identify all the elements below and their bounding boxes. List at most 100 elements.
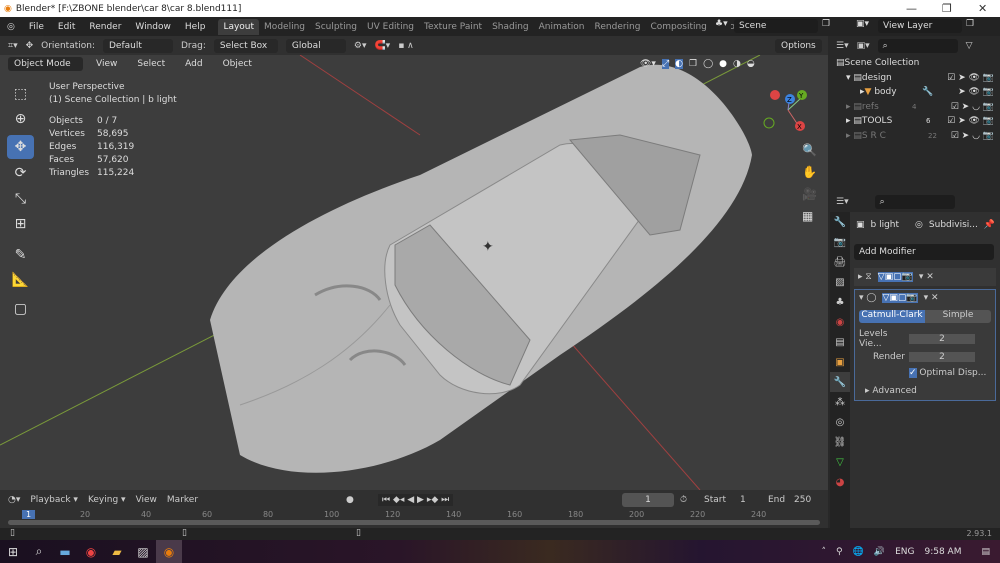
output-tab-icon[interactable]: 🖨	[830, 252, 850, 272]
levels-viewport-field[interactable]: 2	[909, 334, 975, 344]
tab-rendering[interactable]: Rendering	[590, 19, 646, 35]
world-tab-icon[interactable]: ◉	[830, 312, 850, 332]
collection-tab-icon[interactable]: ▤	[830, 332, 850, 352]
globe-icon[interactable]: 🌐	[853, 547, 864, 557]
viewport-menu-add[interactable]: Add	[178, 59, 209, 69]
move-tool[interactable]: ✥	[7, 135, 34, 159]
tab-shading[interactable]: Shading	[487, 19, 534, 35]
view-layer-icon[interactable]: ▣▾	[856, 19, 869, 29]
wireframe-shading-icon[interactable]: ◯	[703, 59, 713, 69]
outliner-item-body[interactable]: ▸ ▼ body 🔧 ➤ 👁 📷	[830, 85, 1000, 100]
start-frame-field[interactable]: 1	[740, 495, 746, 505]
material-tab-icon[interactable]: ◕	[830, 472, 850, 492]
cursor-tool[interactable]: ⊕	[7, 107, 34, 131]
view-layer-field[interactable]: View Layer	[878, 19, 962, 33]
notifications-icon[interactable]: ▤	[981, 547, 990, 557]
simple-button[interactable]: Simple	[925, 310, 991, 323]
render-levels-field[interactable]: 2	[909, 352, 975, 362]
start-windows-icon[interactable]: ⊞	[0, 540, 26, 563]
outliner-search[interactable]: ⌕	[877, 39, 958, 53]
outliner-item-tools[interactable]: ▸ ▤ TOOLS 6 ☑ ➤ 👁 📷	[830, 114, 1000, 129]
tab-layout[interactable]: Layout	[218, 18, 260, 35]
overlay-toggle-icon[interactable]: ◐	[675, 59, 684, 69]
view-layer-tab-icon[interactable]: ▨	[830, 272, 850, 292]
material-shading-icon[interactable]: ◑	[733, 59, 741, 69]
tab-texture-paint[interactable]: Texture Paint	[419, 19, 487, 35]
end-frame-field[interactable]: 250	[794, 495, 811, 505]
data-tab-icon[interactable]: ▽	[830, 452, 850, 472]
minimize-button[interactable]: —	[906, 2, 917, 15]
viewport-menu-object[interactable]: Object	[216, 59, 259, 69]
playback-menu[interactable]: Playback ▾	[30, 495, 78, 505]
tray-chevron-icon[interactable]: ˄	[822, 547, 827, 557]
volume-icon[interactable]: 🔊	[874, 547, 885, 557]
rendered-shading-icon[interactable]: ◒	[747, 59, 755, 69]
filter-icon[interactable]: ▽	[966, 41, 973, 51]
scale-tool[interactable]: ⤡	[7, 187, 34, 211]
outliner-item-design[interactable]: ▾ ▤ design ☑ ➤ 👁 📷	[830, 71, 1000, 86]
solid-shading-icon[interactable]: ●	[719, 59, 727, 69]
object-mode-dropdown[interactable]: Object Mode	[8, 57, 83, 71]
xray-icon[interactable]: ❐	[689, 59, 697, 69]
tab-uv-editing[interactable]: UV Editing	[362, 19, 419, 35]
select-box-tool[interactable]: ⬚	[7, 82, 34, 106]
playback-controls[interactable]: ⏮ ◆◂ ◀ ▶ ▸◆ ⏭	[378, 494, 454, 506]
visibility-icon[interactable]: 👁▾	[640, 59, 656, 69]
pan-hand-icon[interactable]: ✋	[802, 165, 817, 179]
rotate-tool[interactable]: ⟳	[7, 161, 34, 185]
file-explorer-icon[interactable]: ▰	[104, 540, 130, 563]
blender-menu-icon[interactable]: ◎	[0, 22, 22, 32]
gizmo-toggle-icon[interactable]: ⤢	[661, 59, 670, 69]
snap-icon[interactable]: 🧲▾	[374, 41, 390, 51]
particles-tab-icon[interactable]: ⁂	[830, 392, 850, 412]
scene-field[interactable]: Scene	[734, 19, 818, 33]
advanced-subpanel[interactable]: ▸ Advanced	[855, 386, 995, 396]
zoom-icon[interactable]: 🔍	[802, 143, 817, 157]
blender-taskbar-icon[interactable]: ◉	[156, 540, 182, 563]
new-scene-icon[interactable]: ❐	[822, 19, 830, 29]
options-dropdown[interactable]: Options	[775, 38, 822, 53]
clock[interactable]: 9:58 AM	[924, 547, 961, 557]
maximize-button[interactable]: ❐	[942, 2, 952, 15]
viewport-menu-select[interactable]: Select	[130, 59, 172, 69]
filter-view-icon[interactable]: ▣▾	[857, 41, 870, 51]
tab-sculpting[interactable]: Sculpting	[310, 19, 362, 35]
camera-view-icon[interactable]: 🎥	[802, 187, 817, 201]
language-indicator[interactable]: ENG	[895, 547, 914, 557]
catmull-clark-button[interactable]: Catmull-Clark	[859, 310, 925, 323]
network-icon[interactable]: ⚲	[836, 547, 843, 557]
transform-tool[interactable]: ⊞	[7, 212, 34, 236]
record-button[interactable]: ●	[346, 495, 354, 505]
viewport-menu-view[interactable]: View	[89, 59, 124, 69]
outliner-item-src[interactable]: ▸ ▤ S R C 22 ☑ ➤ ◡ 📷	[830, 129, 1000, 144]
render-tab-icon[interactable]: 📷	[830, 232, 850, 252]
current-frame-field[interactable]: 1	[622, 493, 674, 507]
modifier-tab-icon[interactable]: 🔧	[830, 372, 850, 392]
photos-icon[interactable]: ▨	[130, 540, 156, 563]
grid-view-icon[interactable]: ▦	[802, 209, 817, 223]
properties-search[interactable]: ⌕	[874, 195, 955, 209]
tab-animation[interactable]: Animation	[534, 19, 590, 35]
modifier-panel-mirror[interactable]: ▸ ⧖ ▽▣▢📷 ▾ ✕	[854, 268, 996, 286]
close-button[interactable]: ✕	[978, 2, 987, 15]
editor-type-icon[interactable]: ☰▾	[836, 197, 849, 207]
annotate-tool[interactable]: ✎	[7, 243, 34, 267]
navigation-gizmo[interactable]: Z Y X	[760, 85, 816, 135]
display-mode-icon[interactable]: ☰▾	[836, 41, 849, 51]
menu-window[interactable]: Window	[128, 22, 178, 32]
add-modifier-dropdown[interactable]: Add Modifier	[854, 244, 994, 260]
keyboard-app-icon[interactable]: ▬	[52, 540, 78, 563]
outliner-scene-collection[interactable]: ▤ Scene Collection	[830, 56, 1000, 71]
pin-icon[interactable]: 📌	[984, 220, 995, 230]
menu-file[interactable]: File	[22, 22, 51, 32]
menu-render[interactable]: Render	[82, 22, 128, 32]
scene-tab-icon[interactable]: ♣	[830, 292, 850, 312]
object-tab-icon[interactable]: ▣	[830, 352, 850, 372]
editor-type-icon[interactable]: ◔▾	[8, 495, 20, 505]
constraints-tab-icon[interactable]: ⛓	[830, 432, 850, 452]
scene-icon[interactable]: ♣▾	[712, 19, 731, 29]
tab-compositing[interactable]: Compositing	[645, 19, 711, 35]
physics-tab-icon[interactable]: ◎	[830, 412, 850, 432]
transform-pivot-icon[interactable]: ⌗▾	[8, 41, 18, 51]
pivot-icon[interactable]: ⚙▾	[354, 41, 367, 51]
